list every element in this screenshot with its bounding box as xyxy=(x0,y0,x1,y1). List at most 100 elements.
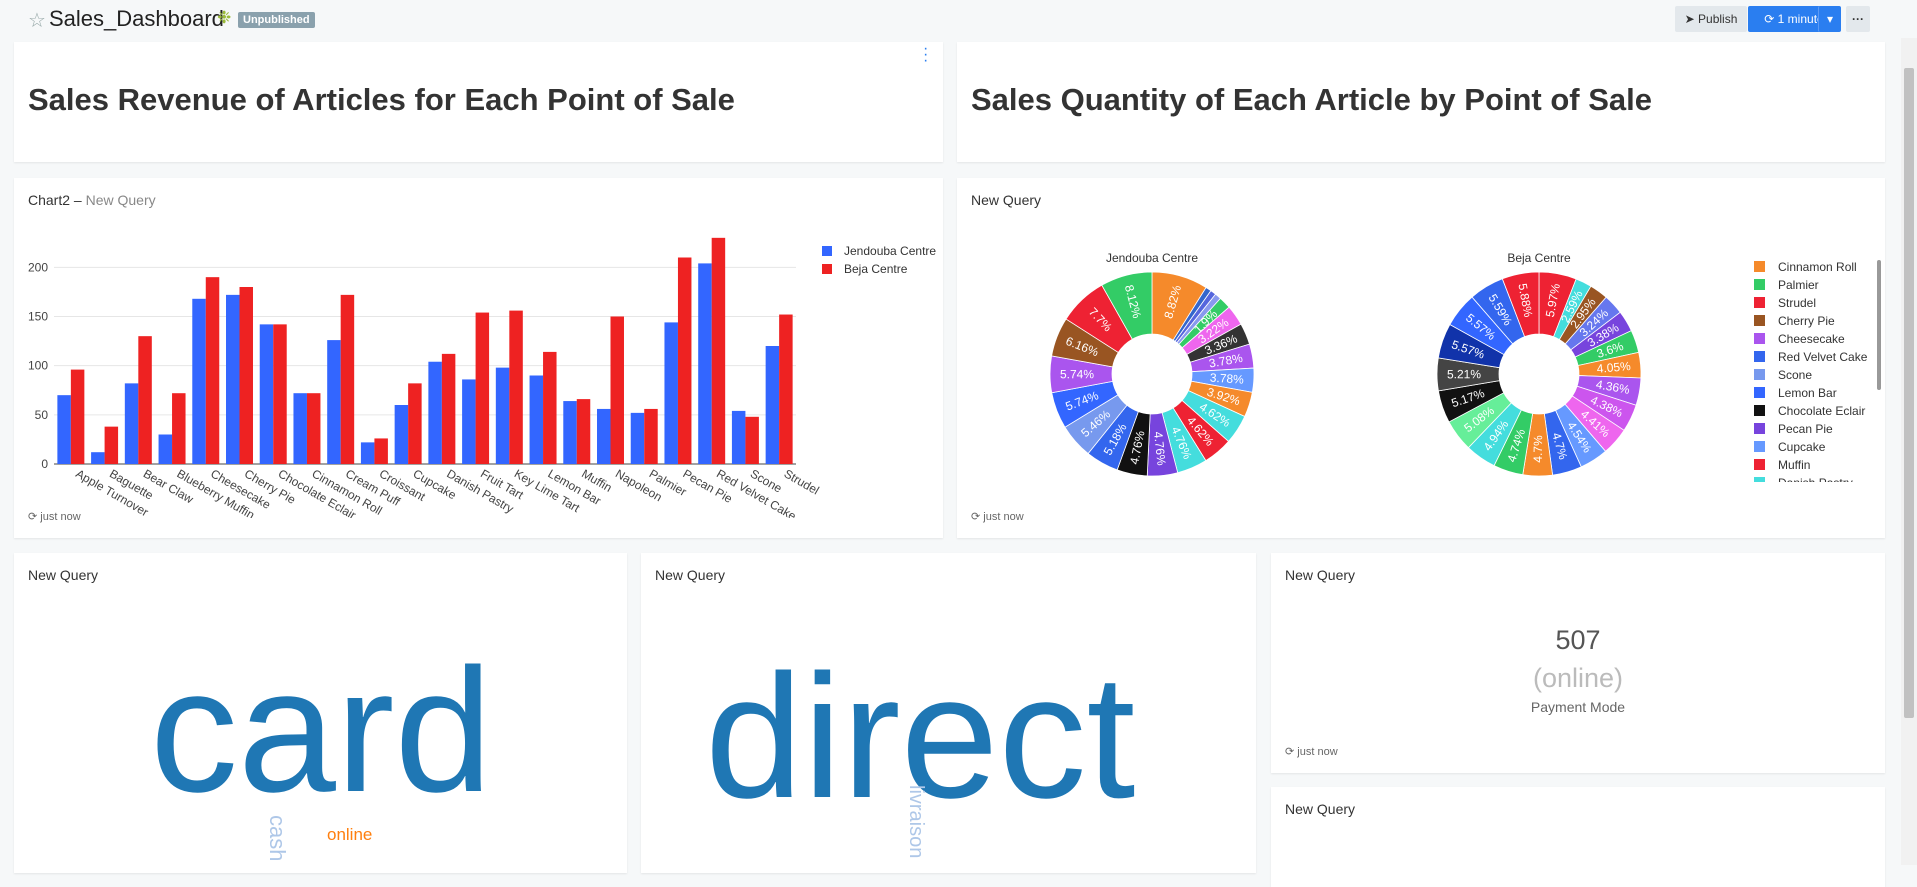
paper-plane-icon: ➤ xyxy=(1684,12,1699,26)
counter-label: Payment Mode xyxy=(1530,699,1626,715)
visualization-name: Chart2 xyxy=(28,192,71,208)
bar xyxy=(664,322,678,464)
legend-item[interactable]: Lemon Bar xyxy=(1754,386,1837,400)
legend-item[interactable]: Muffin xyxy=(1754,458,1810,472)
legend-label: Palmier xyxy=(1778,278,1819,292)
legend-label: Danish Pastry xyxy=(1778,476,1853,482)
legend-item[interactable]: Danish Pastry xyxy=(1754,476,1853,482)
legend-swatch xyxy=(1754,351,1765,362)
widget-menu-icon[interactable]: · · · xyxy=(923,42,929,69)
legend-swatch xyxy=(1754,387,1765,398)
refresh-time: just now xyxy=(1297,746,1338,758)
pie-title: Jendouba Centre xyxy=(1106,251,1198,265)
text-widget-revenue: Sales Revenue of Articles for Each Point… xyxy=(14,42,943,162)
legend-item[interactable]: Palmier xyxy=(1754,278,1819,292)
widget-title[interactable]: New Query xyxy=(28,567,98,583)
unpublished-badge: Unpublished xyxy=(238,12,315,28)
more-options-button[interactable]: ··· xyxy=(1846,6,1870,32)
bar xyxy=(306,393,321,464)
settings-gear-icon[interactable]: ❉ xyxy=(217,8,231,28)
legend-swatch xyxy=(1754,459,1765,470)
scrollbar-thumb[interactable] xyxy=(1904,68,1914,718)
legend-item[interactable]: Strudel xyxy=(1754,296,1816,310)
text-widget-heading: Sales Quantity of Each Article by Point … xyxy=(971,82,1653,117)
pie-slice-label: 4.7% xyxy=(1531,435,1545,463)
x-tick-label: Strudel xyxy=(782,466,822,497)
legend-swatch xyxy=(1754,477,1765,482)
refresh-icon: ⟳ xyxy=(1764,12,1778,26)
bar xyxy=(360,442,375,464)
legend-item[interactable]: Cherry Pie xyxy=(1754,314,1835,328)
publish-label: Publish xyxy=(1698,12,1738,26)
bar xyxy=(610,316,624,464)
publish-button[interactable]: ➤ Publish xyxy=(1675,6,1747,32)
legend-item[interactable]: Pecan Pie xyxy=(1754,422,1833,436)
bar xyxy=(711,237,726,464)
y-tick-label: 50 xyxy=(35,408,49,422)
widget-title[interactable]: New Query xyxy=(655,567,725,583)
legend-item[interactable]: Cupcake xyxy=(1754,440,1825,454)
bar xyxy=(428,361,442,464)
legend-swatch xyxy=(1754,261,1765,272)
more-icon: ··· xyxy=(1852,12,1864,26)
bar xyxy=(563,401,577,464)
y-tick-label: 200 xyxy=(28,260,48,274)
legend-label: Cinnamon Roll xyxy=(1778,260,1857,274)
bar xyxy=(91,452,105,464)
bar xyxy=(57,395,71,464)
legend-label: Scone xyxy=(1778,368,1813,382)
counter-target: (online) xyxy=(1532,663,1624,693)
legend-swatch xyxy=(1754,315,1765,326)
widget-title[interactable]: New Query xyxy=(971,192,1041,208)
widget-title[interactable]: New Query xyxy=(1285,567,1355,583)
legend-swatch xyxy=(822,264,832,274)
favorite-star-icon[interactable]: ☆ xyxy=(28,8,46,33)
text-widget-quantity: Sales Quantity of Each Article by Point … xyxy=(957,42,1885,162)
legend-scrollbar[interactable] xyxy=(1877,260,1881,390)
legend-item[interactable]: Chocolate Eclair xyxy=(1754,404,1865,418)
bar xyxy=(172,393,186,464)
bar xyxy=(462,379,476,464)
pie-charts: Jendouba Centre8.82%1.9%3.22%3.36%3.78%3… xyxy=(1049,251,1642,477)
bar xyxy=(597,408,611,464)
refresh-interval-label: 1 minute xyxy=(1777,12,1824,26)
widget-title[interactable]: New Query xyxy=(1285,801,1355,817)
query-name[interactable]: New Query xyxy=(86,192,156,208)
legend-swatch xyxy=(1754,423,1765,434)
counter-value: 507 xyxy=(1555,625,1601,655)
bar xyxy=(138,336,152,464)
pie-legend: Cinnamon Roll Palmier Strudel Cherry Pie Che… xyxy=(1754,260,1884,482)
legend-swatch xyxy=(1754,369,1765,380)
refresh-timestamp: ⟳ just now xyxy=(1285,745,1338,758)
bar xyxy=(630,412,645,464)
page-scrollbar[interactable] xyxy=(1901,38,1917,865)
legend-item[interactable]: Scone xyxy=(1754,368,1812,382)
dashboard-title[interactable]: Sales_Dashboard xyxy=(49,6,224,32)
refresh-icon: ⟳ xyxy=(971,511,981,523)
legend-item[interactable]: Cinnamon Roll xyxy=(1754,260,1857,274)
legend-label: Cupcake xyxy=(1778,440,1826,454)
bar xyxy=(124,383,139,464)
bar xyxy=(543,351,557,464)
bar xyxy=(273,324,287,464)
y-tick-label: 100 xyxy=(28,359,48,373)
legend-label: Chocolate Eclair xyxy=(1778,404,1866,418)
refresh-dropdown-button[interactable]: ▾ xyxy=(1818,6,1841,32)
word-online: online xyxy=(327,825,373,844)
bar xyxy=(226,294,240,464)
bar xyxy=(576,399,591,464)
bar xyxy=(205,277,220,464)
bar xyxy=(475,312,490,464)
legend-item[interactable]: Red Velvet Cake xyxy=(1754,350,1867,364)
widget-title[interactable]: Chart2 – New Query xyxy=(28,192,156,208)
bar xyxy=(745,416,759,464)
bar xyxy=(644,408,658,464)
dashboard-header: ☆ Sales_Dashboard ❉ Unpublished ➤ Publis… xyxy=(0,0,1917,38)
bar xyxy=(70,369,85,464)
bar xyxy=(394,405,409,464)
legend-item[interactable]: Cheesecake xyxy=(1754,332,1845,346)
bar xyxy=(509,310,523,464)
legend-swatch xyxy=(1754,333,1765,344)
pie-slice-label: 3.78% xyxy=(1209,371,1244,387)
bar xyxy=(327,340,341,464)
